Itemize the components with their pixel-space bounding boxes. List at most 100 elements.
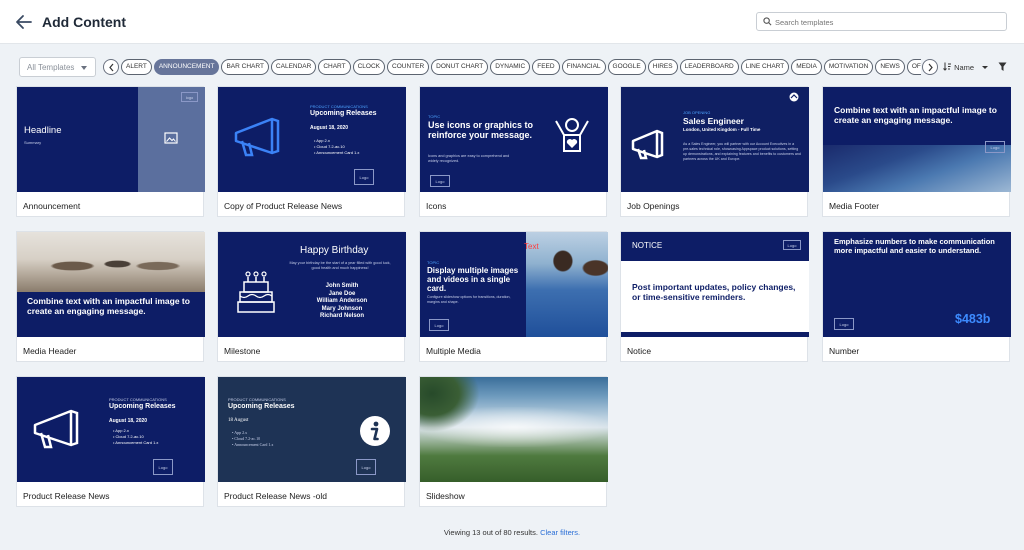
- card-title: Multiple Media: [426, 346, 481, 356]
- filter-chip-chart[interactable]: CHART: [318, 59, 351, 75]
- page-title: Add Content: [42, 14, 126, 30]
- card-thumbnail: TOPIC Use icons or graphics to reinforce…: [420, 87, 608, 192]
- card-title: Media Footer: [829, 201, 880, 211]
- card-title: Announcement: [23, 201, 81, 211]
- template-card-announcement[interactable]: Headline Summary logo Announcement: [16, 86, 205, 217]
- megaphone-icon: [234, 117, 280, 157]
- keyboard-image: [823, 145, 1011, 192]
- thumb-title: Happy Birthday: [300, 245, 369, 256]
- template-card-icons[interactable]: TOPIC Use icons or graphics to reinforce…: [419, 86, 608, 217]
- thumb-body: Post important updates, policy changes, …: [632, 282, 796, 302]
- card-thumbnail: Combine text with an impactful image to …: [823, 87, 1011, 192]
- overlay-text: Text: [524, 242, 539, 251]
- thumb-body: Configure slideshow options for transiti…: [427, 295, 511, 304]
- thumb-summary: Summary: [24, 140, 42, 145]
- filter-chip-calendar[interactable]: CALENDAR: [270, 59, 317, 75]
- thumb-title: Sales Engineer: [683, 116, 744, 126]
- milestone-name: Jane Doe: [328, 290, 356, 297]
- search-box[interactable]: [756, 12, 1007, 31]
- thumb-title: Upcoming Releases: [228, 403, 295, 410]
- filter-chip-google[interactable]: GOOGLE: [607, 59, 646, 75]
- template-card-media-footer[interactable]: Combine text with an impactful image to …: [822, 86, 1011, 217]
- filter-chip-motivation[interactable]: MOTIVATION: [823, 59, 874, 75]
- mountain-silhouette: [420, 377, 480, 432]
- logo-placeholder: logo: [181, 92, 198, 102]
- logo-placeholder: Logo: [834, 318, 854, 330]
- logo-placeholder: Logo: [429, 319, 449, 331]
- milestone-name: Richard Nelson: [319, 313, 364, 320]
- thumb-date: 18 August: [228, 418, 249, 423]
- filter-chip-leaderboard[interactable]: LEADERBOARD: [679, 59, 739, 75]
- template-card-multiple-media[interactable]: Text TOPIC Display multiple images and v…: [419, 231, 608, 362]
- info-icon: [360, 416, 390, 446]
- megaphone-icon: [631, 129, 664, 160]
- release-item: • Announcement Card 1.x: [232, 442, 274, 447]
- template-card-milestone[interactable]: Happy Birthday May your birthday be the …: [217, 231, 406, 362]
- chevron-left-icon: [109, 63, 114, 72]
- card-title: Media Header: [23, 346, 77, 356]
- category-chips: ALERT ANNOUNCEMENT BAR CHART CALENDAR CHART C…: [121, 59, 921, 75]
- thumb-kicker: JOB OPENING: [683, 110, 711, 115]
- thumb-date: August 18, 2020: [310, 125, 349, 131]
- card-title: Copy of Product Release News: [224, 201, 343, 211]
- scroll-right-button[interactable]: [922, 59, 938, 75]
- filter-chip-announcement[interactable]: ANNOUNCEMENT: [153, 59, 220, 75]
- template-card-number[interactable]: Emphasize numbers to make communication …: [822, 231, 1011, 362]
- thumb-title: Upcoming Releases: [310, 110, 377, 117]
- results-footer: Viewing 13 out of 80 results. Clear filt…: [0, 528, 1024, 537]
- card-thumbnail: Text TOPIC Display multiple images and v…: [420, 232, 608, 337]
- office-image-detail: [35, 242, 185, 282]
- header-bar: Add Content: [0, 0, 1024, 44]
- card-thumbnail: PRODUCT COMMUNICATIONS Upcoming Releases…: [218, 87, 406, 192]
- megaphone-icon: [33, 409, 79, 449]
- sort-label: Name: [954, 63, 975, 72]
- sort-dropdown[interactable]: Name: [943, 62, 989, 74]
- filter-chip-bar-chart[interactable]: BAR CHART: [221, 59, 269, 75]
- brand-logo-icon: [789, 92, 799, 102]
- filter-chip-counter[interactable]: COUNTER: [387, 59, 430, 75]
- template-type-select[interactable]: All Templates: [19, 57, 96, 77]
- template-card-media-header[interactable]: Combine text with an impactful image to …: [16, 231, 205, 362]
- thumb-title: Upcoming Releases: [109, 403, 176, 410]
- template-card-product-release-news-old[interactable]: PRODUCT COMMUNICATIONS Upcoming Releases…: [217, 376, 406, 507]
- thumb-body: May your birthday be the start of a year…: [289, 261, 391, 270]
- logo-placeholder: Logo: [153, 459, 173, 475]
- thumb-kicker: PRODUCT COMMUNICATIONS: [228, 397, 286, 402]
- release-item: • Announcement Card 1.x: [113, 440, 159, 445]
- logo-placeholder: Logo: [985, 141, 1005, 153]
- release-item: • Announcement Card 1.x: [314, 150, 360, 155]
- clear-filters-link[interactable]: Clear filters.: [540, 528, 580, 537]
- filter-icon[interactable]: [998, 62, 1007, 72]
- milestone-name: John Smith: [325, 283, 359, 289]
- filter-chip-donut-chart[interactable]: DONUT CHART: [431, 59, 489, 75]
- thumb-title: Use icons or graphics to reinforce your …: [428, 120, 534, 140]
- filter-chip-office-365[interactable]: OFFICE 365: [906, 59, 921, 75]
- filter-chip-alert[interactable]: ALERT: [121, 59, 152, 75]
- filter-chip-financial[interactable]: FINANCIAL: [561, 59, 606, 75]
- card-title: Notice: [627, 346, 652, 356]
- card-title: Product Release News -old: [224, 491, 327, 501]
- filter-chip-media[interactable]: MEDIA: [791, 59, 822, 75]
- filter-chip-news[interactable]: NEWS: [875, 59, 905, 75]
- thumb-body: As a Sales Engineer, you will partner wi…: [683, 142, 801, 161]
- template-card-copy-of-product-release-news[interactable]: PRODUCT COMMUNICATIONS Upcoming Releases…: [217, 86, 406, 217]
- card-title: Milestone: [224, 346, 261, 356]
- milestone-name: William Anderson: [316, 298, 368, 305]
- thumb-title: Emphasize numbers to make communication …: [834, 237, 995, 255]
- filter-chip-clock[interactable]: CLOCK: [352, 59, 386, 75]
- template-card-job-openings[interactable]: JOB OPENING Sales Engineer London, Unite…: [620, 86, 809, 217]
- thumb-location: London, United Kingdom - Full Time: [683, 127, 761, 132]
- thumb-heading: NOTICE: [632, 241, 663, 250]
- filter-chip-hires[interactable]: HIRES: [647, 59, 678, 75]
- template-card-slideshow[interactable]: Slideshow: [419, 376, 608, 507]
- card-thumbnail: Happy Birthday May your birthday be the …: [218, 232, 406, 337]
- thumb-title: Combine text with an impactful image to …: [834, 105, 997, 125]
- filter-chip-line-chart[interactable]: LINE CHART: [740, 59, 790, 75]
- filter-chip-dynamic[interactable]: DYNAMIC: [490, 59, 531, 75]
- template-card-notice[interactable]: NOTICE Logo Post important updates, poli…: [620, 231, 809, 362]
- search-input[interactable]: [775, 15, 1000, 29]
- back-arrow-icon[interactable]: [14, 12, 34, 32]
- template-card-product-release-news[interactable]: PRODUCT COMMUNICATIONS Upcoming Releases…: [16, 376, 205, 507]
- scroll-left-button[interactable]: [103, 59, 119, 75]
- filter-chip-feed[interactable]: FEED: [532, 59, 560, 75]
